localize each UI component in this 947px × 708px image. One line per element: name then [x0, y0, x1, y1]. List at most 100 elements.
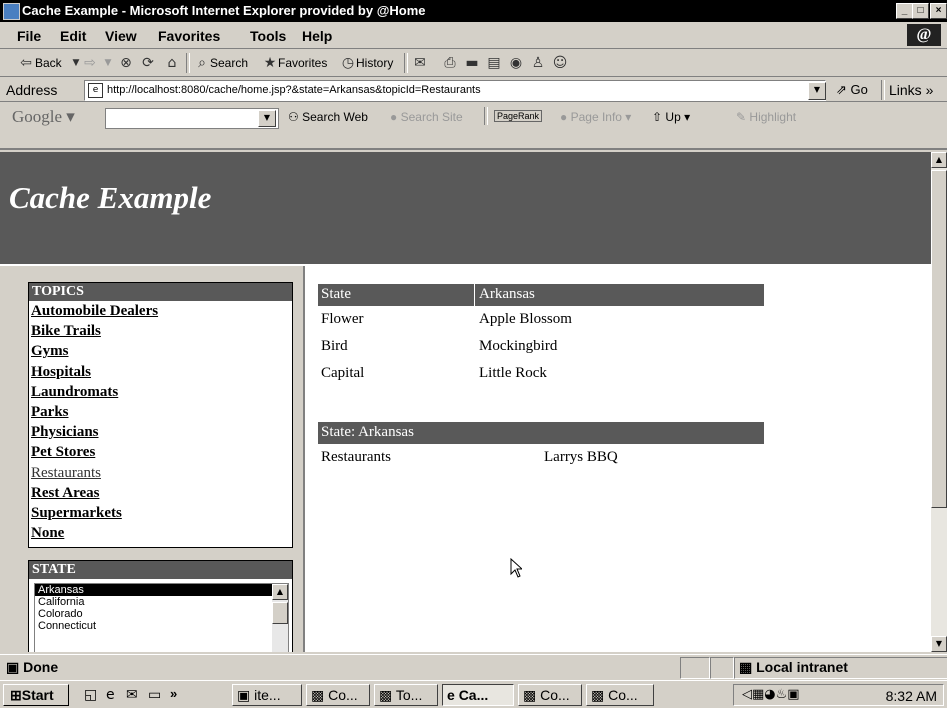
favorites-button[interactable]: Favorites: [278, 56, 327, 70]
google-search-input[interactable]: [105, 108, 279, 129]
topic-link-physicians[interactable]: Physicians: [29, 422, 292, 442]
task-button[interactable]: ▩ To...: [374, 684, 438, 706]
discuss-icon[interactable]: ▤: [486, 55, 502, 71]
results-header-row: State: Arkansas: [318, 422, 764, 444]
chat-icon[interactable]: ☺: [552, 55, 568, 71]
listbox-scroll-thumb[interactable]: [272, 602, 288, 624]
address-dropdown-button[interactable]: ▼: [808, 82, 826, 100]
header-cell-state-name: Arkansas: [474, 284, 535, 306]
scroll-up-icon[interactable]: ▲: [931, 152, 947, 168]
state-option-selected[interactable]: Arkansas: [35, 584, 288, 596]
status-text: ▣ Done: [6, 659, 59, 675]
page-title: Cache Example: [9, 180, 212, 215]
scroll-thumb[interactable]: [931, 170, 947, 508]
menu-help[interactable]: Help: [302, 28, 332, 44]
stop-icon[interactable]: ⊗: [118, 55, 134, 71]
maximize-button[interactable]: □: [912, 3, 929, 19]
table-row: Restaurants Larrys BBQ: [318, 444, 764, 471]
task-button[interactable]: ▩ Co...: [306, 684, 370, 706]
search-site-icon: ●: [390, 110, 398, 124]
topic-link-automobile-dealers[interactable]: Automobile Dealers: [29, 301, 292, 321]
google-search-dropdown[interactable]: ▼: [258, 110, 276, 127]
menu-edit[interactable]: Edit: [60, 28, 86, 44]
window-title-bar[interactable]: Cache Example - Microsoft Internet Explo…: [0, 0, 947, 22]
topic-link-pet-stores[interactable]: Pet Stores: [29, 442, 292, 462]
mail-icon[interactable]: ✉: [412, 55, 428, 71]
security-zone: ▦ Local intranet: [734, 657, 947, 679]
history-icon: ◷: [341, 55, 355, 71]
topic-link-parks[interactable]: Parks: [29, 402, 292, 422]
quicklaunch-ie-icon[interactable]: e: [106, 687, 115, 703]
start-button[interactable]: ⊞Start: [3, 684, 69, 706]
scroll-up-icon[interactable]: ▲: [272, 584, 288, 600]
menu-view[interactable]: View: [105, 28, 137, 44]
search-web-button[interactable]: ⚇ Search Web: [288, 110, 368, 124]
state-option[interactable]: Connecticut: [35, 620, 288, 632]
quicklaunch-desktop-icon[interactable]: ◱: [84, 687, 97, 703]
topic-link-laundromats[interactable]: Laundromats: [29, 382, 292, 402]
menu-favorites[interactable]: Favorites: [158, 28, 220, 44]
task-button[interactable]: ▩ Co...: [586, 684, 654, 706]
tray-icons[interactable]: ◁▦◕♨▣: [742, 687, 800, 702]
page-header: Cache Example: [0, 152, 931, 264]
highlight-button[interactable]: ✎ Highlight: [736, 110, 796, 124]
refresh-icon[interactable]: ⟳: [140, 55, 156, 71]
row-value: Apple Blossom: [479, 311, 572, 327]
state-option[interactable]: Colorado: [35, 608, 288, 620]
quicklaunch-computer-icon[interactable]: ▭: [148, 687, 161, 703]
messenger-icon[interactable]: ◉: [508, 55, 524, 71]
favorites-icon: ★: [263, 55, 277, 71]
forward-dropdown-icon[interactable]: ▼: [100, 55, 116, 71]
topic-results-table: State: Arkansas Restaurants Larrys BBQ: [318, 422, 764, 471]
task-button[interactable]: ▩ Co...: [518, 684, 582, 706]
go-arrow-icon: ⇗: [836, 82, 847, 97]
topic-link-hospitals[interactable]: Hospitals: [29, 362, 292, 382]
state-listbox[interactable]: Arkansas California Colorado Connecticut…: [34, 583, 289, 652]
home-icon[interactable]: ⌂: [164, 55, 180, 71]
topic-link-none[interactable]: None: [29, 523, 292, 543]
quicklaunch-outlook-icon[interactable]: ✉: [126, 687, 138, 703]
close-button[interactable]: ×: [930, 3, 947, 19]
menu-tools[interactable]: Tools: [250, 28, 286, 44]
clock[interactable]: 8:32 AM: [886, 688, 937, 704]
back-button[interactable]: Back: [35, 56, 62, 70]
search-button[interactable]: Search: [210, 56, 248, 70]
row-value: Little Rock: [479, 365, 547, 381]
page-info-button[interactable]: ● Page Info ▾: [560, 110, 631, 124]
links-button[interactable]: Links »: [889, 82, 933, 98]
listbox-scrollbar[interactable]: ▲: [272, 584, 288, 652]
ie-icon: [3, 3, 20, 20]
minimize-button[interactable]: _: [896, 3, 913, 19]
up-button[interactable]: ⇧ Up ▾: [652, 110, 690, 124]
page-scrollbar[interactable]: ▲ ▼: [931, 152, 947, 652]
scroll-down-icon[interactable]: ▼: [931, 636, 947, 652]
result-topic: Restaurants: [321, 449, 391, 465]
taskbar: ⊞Start ◱ e ✉ ▭ » ▣ ite... ▩ Co... ▩ To..…: [0, 680, 947, 708]
task-button-active[interactable]: e Ca...: [442, 684, 514, 706]
topic-link-supermarkets[interactable]: Supermarkets: [29, 503, 292, 523]
task-button[interactable]: ▣ ite...: [232, 684, 302, 706]
history-button[interactable]: History: [356, 56, 393, 70]
page-viewport: Cache Example TOPICS Automobile Dealers …: [0, 152, 931, 652]
window-title: Cache Example - Microsoft Internet Explo…: [22, 3, 426, 18]
topic-link-gyms[interactable]: Gyms: [29, 341, 292, 361]
edit-icon[interactable]: ▬: [464, 55, 480, 71]
search-site-button[interactable]: ● Search Site: [390, 110, 463, 124]
google-logo[interactable]: Google ▾: [12, 107, 75, 127]
print-icon[interactable]: ⎙: [442, 55, 458, 71]
go-button[interactable]: ⇗ Go: [836, 82, 868, 98]
topic-link-restaurants[interactable]: Restaurants: [29, 463, 292, 483]
topic-link-bike-trails[interactable]: Bike Trails: [29, 321, 292, 341]
state-option[interactable]: California: [35, 596, 288, 608]
forward-button-icon[interactable]: ⇨: [82, 55, 98, 71]
menu-file[interactable]: File: [17, 28, 41, 44]
pagerank-indicator[interactable]: PageRank: [494, 110, 543, 122]
address-input[interactable]: e http://localhost:8080/cache/home.jsp?&…: [84, 80, 826, 101]
user-icon[interactable]: ♙: [530, 55, 546, 71]
quicklaunch-more-icon[interactable]: »: [170, 686, 177, 701]
highlighter-icon: ✎: [736, 110, 747, 124]
task-icon: ▣: [237, 687, 251, 703]
topic-link-rest-areas[interactable]: Rest Areas: [29, 483, 292, 503]
status-bar: ▣ Done ▦ Local intranet: [0, 654, 947, 679]
console-icon: ▩: [379, 687, 393, 703]
